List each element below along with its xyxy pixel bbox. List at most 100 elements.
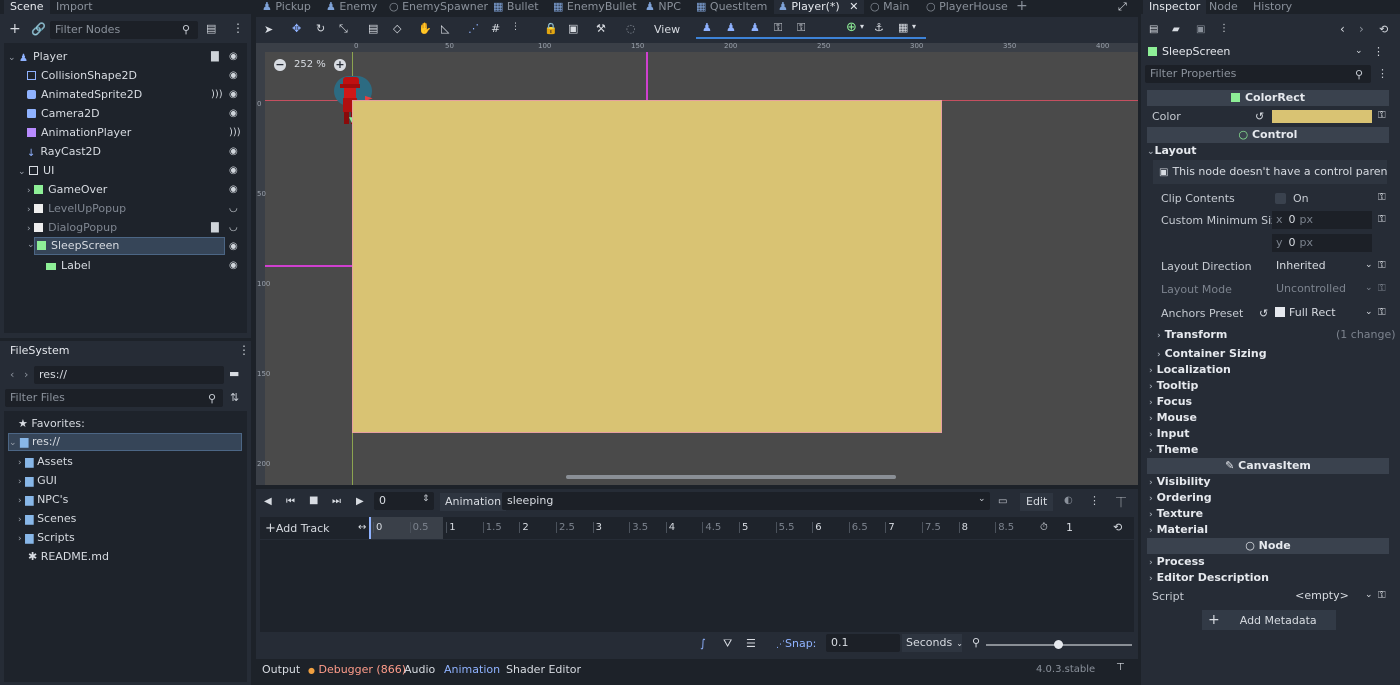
add-track-button[interactable]: +Add Track (265, 521, 329, 536)
slider-handle[interactable] (1054, 640, 1063, 649)
keyframe-icon[interactable]: ⚿ (1378, 214, 1386, 225)
open-folder-icon[interactable]: ▰ (1172, 24, 1180, 35)
category-process[interactable]: › Process (1149, 555, 1205, 568)
sleepscreen-color-rect[interactable] (352, 100, 942, 433)
tree-row-leveluppopup[interactable]: › LevelUpPopup ◡ (27, 199, 248, 218)
forward-icon[interactable]: › (24, 368, 28, 381)
keyframe-icon[interactable]: ⚿ (1378, 590, 1386, 601)
clip-contents-checkbox[interactable] (1275, 193, 1286, 204)
keyframe-icon[interactable]: ⚿ (1378, 110, 1386, 121)
menu-kebab-icon[interactable]: ⋮ (238, 343, 250, 357)
control-section-header[interactable]: ○ Control (1147, 127, 1389, 143)
sort-icon[interactable]: ⇅ (230, 391, 239, 404)
lock-icon[interactable]: 🔒 (544, 22, 558, 35)
instance-scene-icon[interactable]: 🔗 (31, 23, 46, 35)
chevron-down-icon[interactable]: ⌄ (1365, 260, 1373, 270)
visibility-eye-icon[interactable]: ◉ (229, 66, 238, 85)
visibility-eye-icon[interactable]: ◉ (229, 256, 238, 275)
object-history-icon[interactable]: ⟲ (1379, 23, 1388, 36)
tab-import[interactable]: Import (50, 0, 99, 14)
category-localization[interactable]: › Localization (1149, 363, 1231, 376)
chevron-down-icon[interactable]: ⌄ (1355, 46, 1363, 56)
tree-row-sleepscreen[interactable]: SleepScreen (34, 237, 225, 255)
menu-kebab-icon[interactable]: ⋮ (1089, 494, 1100, 507)
view-toggle-icon[interactable]: ▬ (229, 367, 239, 380)
script-attached-icon[interactable]: ▇ (211, 47, 219, 66)
horizontal-scrollbar[interactable] (566, 475, 896, 479)
color-picker-swatch[interactable] (1272, 110, 1372, 123)
tab-main[interactable]: ○ Main (870, 0, 909, 14)
select-tool-icon[interactable]: ➤ (264, 23, 273, 36)
keyframe-icon[interactable]: ⚿ (1378, 283, 1386, 294)
tree-row-dialogpopup[interactable]: › DialogPopup ▇ ◡ (27, 218, 248, 237)
history-forward-icon[interactable]: › (1359, 22, 1364, 36)
zoom-level[interactable]: 252 % (294, 59, 326, 70)
tab-node[interactable]: Node (1203, 0, 1244, 14)
file-row-scenes[interactable]: › ▆ Scenes (18, 509, 76, 528)
add-metadata-button[interactable]: + Add Metadata (1202, 610, 1336, 630)
tree-row-label[interactable]: Label ◉ (46, 256, 248, 275)
category-visibility[interactable]: › Visibility (1149, 475, 1211, 488)
snap-value-input[interactable]: 0.1 (826, 634, 900, 652)
colorrect-section-header[interactable]: ColorRect (1147, 90, 1389, 106)
chevron-down-icon[interactable]: ⌄ (1365, 307, 1373, 317)
add-node-icon[interactable]: + (9, 22, 21, 36)
min-size-y-input[interactable]: y 0 px (1272, 234, 1372, 252)
keyframe-icon[interactable]: ⚿ (1378, 192, 1386, 203)
tab-animation[interactable]: Animation (444, 661, 500, 679)
scale-tool-icon[interactable]: ⤡ (339, 22, 348, 36)
layout-mode-select[interactable]: Uncontrolled (1272, 280, 1372, 298)
category-editor-description[interactable]: › Editor Description (1149, 571, 1269, 584)
visibility-eye-icon[interactable]: ◉ (229, 180, 238, 199)
smart-snap-icon[interactable]: ⋰ (468, 22, 479, 35)
save-icon[interactable]: ▣ (1196, 24, 1205, 35)
play-backwards-start-icon[interactable]: ⏮ (286, 496, 295, 507)
keyframe-icon[interactable]: ⚿ (1378, 260, 1386, 271)
visibility-eye-icon[interactable]: ◉ (229, 241, 238, 252)
skeleton-icon[interactable]: ◌ (626, 22, 636, 35)
category-tooltip[interactable]: › Tooltip (1149, 379, 1198, 392)
tab-inspector[interactable]: Inspector (1143, 0, 1207, 14)
list-options-icon[interactable]: ☰ (746, 637, 756, 650)
object-menu-icon[interactable]: ⋮ (1373, 45, 1384, 58)
keyframe-icon[interactable]: ⚿ (1378, 307, 1386, 318)
file-row-npcs[interactable]: › ▆ NPC's (18, 490, 68, 509)
animation-select[interactable]: sleeping (502, 492, 990, 510)
bezier-icon[interactable]: ∫ (700, 637, 706, 650)
filter-icon[interactable]: ⛛ (723, 637, 732, 651)
view-menu[interactable]: View (648, 17, 686, 43)
chevron-down-icon[interactable]: ⌄ (978, 494, 986, 504)
script-icon[interactable]: ▤ (206, 23, 216, 34)
file-row-scripts[interactable]: › ▆ Scripts (18, 528, 75, 547)
tree-row-animationplayer[interactable]: AnimationPlayer ))) (27, 123, 248, 142)
playhead[interactable] (369, 517, 371, 539)
length-input[interactable]: 1 (1056, 519, 1106, 537)
2d-viewport[interactable]: 0 50 100 150 200 250 300 350 400 0 50 10… (256, 43, 1138, 485)
edit-button[interactable]: Edit (1020, 493, 1054, 511)
tree-row-raycast2d[interactable]: ↓ RayCast2D ◉ (27, 142, 248, 161)
favorites-row[interactable]: ★ Favorites: (18, 414, 85, 433)
tree-row-player[interactable]: ⌄ ♟ Player ▇ ◉ (8, 47, 248, 66)
filter-nodes-input[interactable]: Filter Nodes (50, 21, 198, 39)
chevron-down-icon[interactable]: ▾ (912, 22, 916, 31)
tab-playerhouse[interactable]: ○ PlayerHouse (926, 0, 1008, 14)
zoom-out-button[interactable]: − (274, 59, 286, 71)
visibility-eye-icon[interactable]: ◉ (229, 104, 238, 123)
tab-npc[interactable]: ♟ NPC (645, 0, 681, 14)
snap-options-icon[interactable]: ⋮ (511, 22, 520, 32)
file-row-readme[interactable]: ✱ README.md (28, 547, 109, 566)
zoom-in-button[interactable]: + (334, 59, 346, 71)
tab-audio[interactable]: Audio (404, 661, 435, 679)
tab-bullet[interactable]: ▦ Bullet (493, 0, 539, 14)
anchors-preset-select[interactable]: Full Rect (1275, 304, 1375, 322)
layout-direction-select[interactable]: Inherited (1272, 257, 1372, 275)
revert-icon[interactable]: ↺ (1255, 110, 1264, 123)
key-rot-icon[interactable]: ♟ (726, 21, 736, 34)
distraction-free-icon[interactable]: ⤢ (1118, 0, 1127, 14)
tab-output[interactable]: Output (262, 661, 300, 679)
loop-icon[interactable]: ⟲ (1113, 521, 1122, 534)
container-sizing-group[interactable]: › Container Sizing (1157, 347, 1267, 360)
object-selector[interactable]: SleepScreen (1145, 43, 1371, 61)
visibility-hidden-icon[interactable]: ◡ (229, 218, 238, 237)
script-resource-picker[interactable]: <empty> (1272, 587, 1372, 605)
